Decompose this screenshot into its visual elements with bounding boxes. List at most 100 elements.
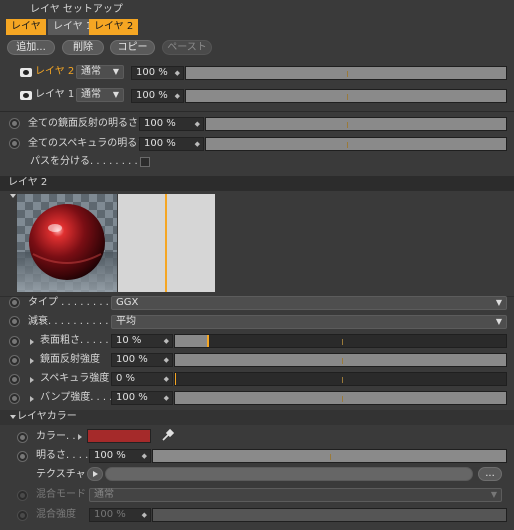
tab-layer[interactable]: レイヤ	[6, 19, 46, 35]
specular-brightness-slider[interactable]	[205, 137, 507, 151]
color-swatch[interactable]	[87, 429, 151, 443]
layer-1-slider[interactable]	[185, 89, 507, 103]
animate-radio[interactable]	[9, 297, 20, 308]
stepper-icon[interactable]: ◆	[175, 90, 180, 102]
add-layer-button[interactable]: 追加...	[7, 40, 55, 55]
preview-expand-icon[interactable]	[10, 194, 16, 198]
eyedropper-icon[interactable]	[161, 428, 175, 442]
slider-knob[interactable]	[207, 335, 210, 347]
layer-1-mode-select[interactable]: 通常 ▼	[76, 88, 124, 102]
type-select[interactable]: GGX ▼	[111, 296, 507, 310]
reflection-strength-field[interactable]: 100 % ◆	[111, 353, 173, 367]
layer-1-name[interactable]: レイヤ 1	[35, 88, 74, 102]
attenuation-select[interactable]: 平均 ▼	[111, 315, 507, 329]
expand-arrow-icon[interactable]	[30, 396, 34, 402]
visibility-eye-icon[interactable]	[20, 68, 32, 77]
expand-arrow-icon[interactable]	[30, 339, 34, 345]
brightness-label: 明るさ. . . .	[36, 450, 89, 461]
texture-play-button[interactable]	[87, 467, 103, 481]
chevron-down-icon: ▼	[495, 317, 502, 326]
animate-radio[interactable]	[17, 432, 28, 443]
stepper-icon[interactable]: ◆	[164, 335, 169, 347]
tab-layer-2[interactable]: レイヤ 2	[89, 19, 139, 35]
collapse-arrow-icon[interactable]	[10, 415, 16, 419]
visibility-eye-icon[interactable]	[20, 91, 32, 100]
specular-strength-label: スペキュラ強度	[40, 373, 110, 384]
specular-brightness-field[interactable]: 100 % ◆	[139, 137, 204, 151]
reflection-brightness-value: 100 %	[144, 118, 176, 129]
attenuation-value: 平均	[116, 316, 136, 327]
brightness-slider[interactable]	[152, 449, 507, 463]
bump-strength-label: バンプ強度. . . .	[40, 392, 113, 403]
stepper-icon[interactable]: ◆	[142, 509, 147, 521]
texture-more-button[interactable]: ...	[478, 467, 502, 481]
animate-radio[interactable]	[17, 451, 28, 462]
specular-curve-preview	[118, 194, 215, 292]
roughness-slider[interactable]	[174, 334, 507, 348]
reflection-strength-label: 鏡面反射強度	[40, 354, 100, 365]
layer-2-mode-value: 通常	[81, 66, 101, 77]
animate-radio[interactable]	[17, 510, 28, 521]
paste-layer-button[interactable]: ペースト	[162, 40, 212, 55]
slider-fill	[175, 392, 506, 404]
reflection-brightness-slider[interactable]	[205, 117, 507, 131]
chevron-down-icon: ▼	[490, 490, 497, 499]
layer-2-value: 100 %	[136, 67, 168, 78]
slider-tick	[347, 71, 348, 77]
slider-knob[interactable]	[175, 373, 176, 385]
animate-radio[interactable]	[9, 393, 20, 404]
animate-radio[interactable]	[9, 336, 20, 347]
layer-color-section-header[interactable]: レイヤカラー	[0, 410, 514, 425]
expand-arrow-icon[interactable]	[78, 434, 82, 440]
stepper-icon[interactable]: ◆	[195, 118, 200, 130]
specular-strength-slider[interactable]	[174, 372, 507, 386]
layer-1-value-field[interactable]: 100 % ◆	[131, 89, 184, 103]
layer-2-value-field[interactable]: 100 % ◆	[131, 66, 184, 80]
animate-radio[interactable]	[9, 316, 20, 327]
layer-2-slider[interactable]	[185, 66, 507, 80]
stepper-icon[interactable]: ◆	[164, 373, 169, 385]
specular-strength-field[interactable]: 0 % ◆	[111, 372, 173, 386]
separate-pass-label: パスを分ける. . . . . . . . .	[30, 156, 145, 167]
divider	[0, 111, 514, 112]
reflection-brightness-label: 全ての鏡面反射の明るさ	[28, 118, 138, 129]
stepper-icon[interactable]: ◆	[175, 67, 180, 79]
blend-strength-field[interactable]: 100 % ◆	[89, 508, 151, 522]
layer-1-mode-value: 通常	[81, 89, 101, 100]
reflection-strength-slider[interactable]	[174, 353, 507, 367]
layer-2-mode-select[interactable]: 通常 ▼	[76, 65, 124, 79]
bump-strength-slider[interactable]	[174, 391, 507, 405]
animate-radio[interactable]	[9, 374, 20, 385]
stepper-icon[interactable]: ◆	[164, 392, 169, 404]
brightness-field[interactable]: 100 % ◆	[89, 449, 151, 463]
layer-2-name[interactable]: レイヤ 2	[35, 65, 74, 79]
chevron-down-icon: ▼	[112, 90, 119, 99]
slider-fill	[175, 354, 506, 366]
animate-radio[interactable]	[9, 138, 20, 149]
blend-strength-value: 100 %	[94, 509, 126, 520]
animate-radio[interactable]	[17, 490, 28, 501]
slider-fill	[153, 509, 506, 521]
stepper-icon[interactable]: ◆	[195, 138, 200, 150]
stepper-icon[interactable]: ◆	[164, 354, 169, 366]
animate-radio[interactable]	[9, 355, 20, 366]
curve-line	[165, 194, 167, 292]
slider-tick	[330, 454, 331, 460]
separate-pass-checkbox[interactable]	[140, 157, 150, 167]
delete-layer-button[interactable]: 削除	[62, 40, 104, 55]
expand-arrow-icon[interactable]	[30, 358, 34, 364]
roughness-field[interactable]: 10 % ◆	[111, 334, 173, 348]
expand-arrow-icon[interactable]	[30, 377, 34, 383]
blend-strength-slider[interactable]	[152, 508, 507, 522]
type-label: タイプ . . . . . . . . .	[28, 297, 116, 308]
stepper-icon[interactable]: ◆	[142, 450, 147, 462]
animate-radio[interactable]	[9, 118, 20, 129]
slider-fill	[206, 138, 506, 150]
copy-layer-button[interactable]: コピー	[110, 40, 155, 55]
texture-slot[interactable]	[105, 467, 473, 481]
bump-strength-field[interactable]: 100 % ◆	[111, 391, 173, 405]
reflection-brightness-field[interactable]: 100 % ◆	[139, 117, 204, 131]
layer-2-header-label: レイヤ 2	[8, 177, 48, 188]
blend-mode-value: 通常	[94, 489, 114, 500]
blend-mode-select[interactable]: 通常 ▼	[89, 488, 502, 502]
